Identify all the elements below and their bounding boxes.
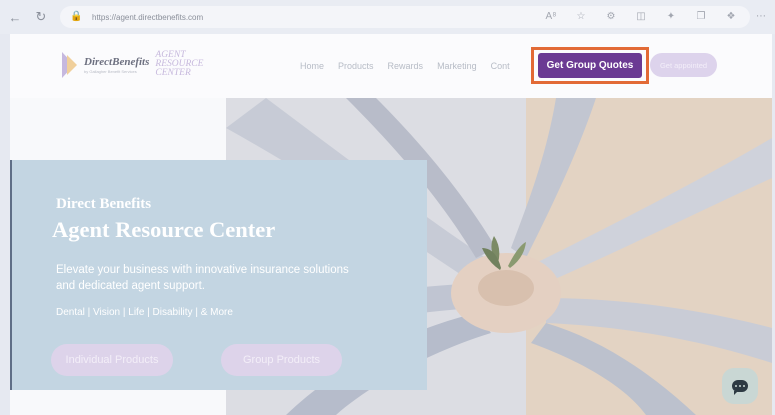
extensions-icon[interactable]: ⚙ [603,8,619,24]
main-nav: Home Products Rewards Marketing Cont [300,61,524,71]
highlight-box: Get Group Quotes [531,47,649,84]
nav-contact[interactable]: Cont [491,61,510,71]
browser-chrome: ← ↻ 🔒 https://agent.directbenefits.com A… [0,0,775,34]
nav-marketing[interactable]: Marketing [437,61,477,71]
more-icon[interactable]: ⋯ [753,8,769,24]
hero-title: Agent Resource Center [52,217,276,242]
get-appointed-button[interactable]: Get appointed [650,53,717,77]
logo-mark-icon [62,51,80,78]
individual-products-button[interactable]: Individual Products [51,344,173,376]
product-lines: Dental | Vision | Life | Disability | & … [56,307,233,318]
agent-resource-center-label: AGENT RESOURCE CENTER [155,50,204,78]
favorites-bar-icon[interactable]: ✦ [663,8,679,24]
chat-icon [732,380,748,395]
browser-toolbar: A⁸ ☆ ⚙ ◫ ✦ ❐ ❖ ⋯ [543,8,775,24]
url-text: https://agent.directbenefits.com [92,12,204,22]
brand-name: DirectBenefits [84,55,150,68]
nav-products[interactable]: Products [338,61,374,71]
copilot-icon[interactable]: ❖ [723,8,739,24]
back-icon[interactable]: ← [6,8,24,26]
split-screen-icon[interactable]: ◫ [633,8,649,24]
group-products-button[interactable]: Group Products [221,344,342,376]
favorite-icon[interactable]: ☆ [573,8,589,24]
nav-rewards[interactable]: Rewards [388,61,424,71]
hero-description: Elevate your business with innovative in… [56,264,349,292]
site-header: DirectBenefits by Gallagher Benefit Serv… [10,34,772,98]
nav-home[interactable]: Home [300,61,324,71]
brand-tagline: by Gallagher Benefit Services [84,68,137,74]
lock-icon: 🔒 [70,11,83,22]
site-logo[interactable]: DirectBenefits by Gallagher Benefit Serv… [62,50,204,78]
read-aloud-icon[interactable]: A⁸ [543,8,559,24]
hero-eyebrow: Direct Benefits [56,196,152,212]
reload-icon[interactable]: ↻ [32,8,50,26]
get-group-quotes-button[interactable]: Get Group Quotes [538,53,642,78]
chat-button[interactable] [722,368,758,404]
hero-card: Direct Benefits Agent Resource Center El… [10,160,427,390]
collections-icon[interactable]: ❐ [693,8,709,24]
web-page: DirectBenefits by Gallagher Benefit Serv… [10,34,772,415]
